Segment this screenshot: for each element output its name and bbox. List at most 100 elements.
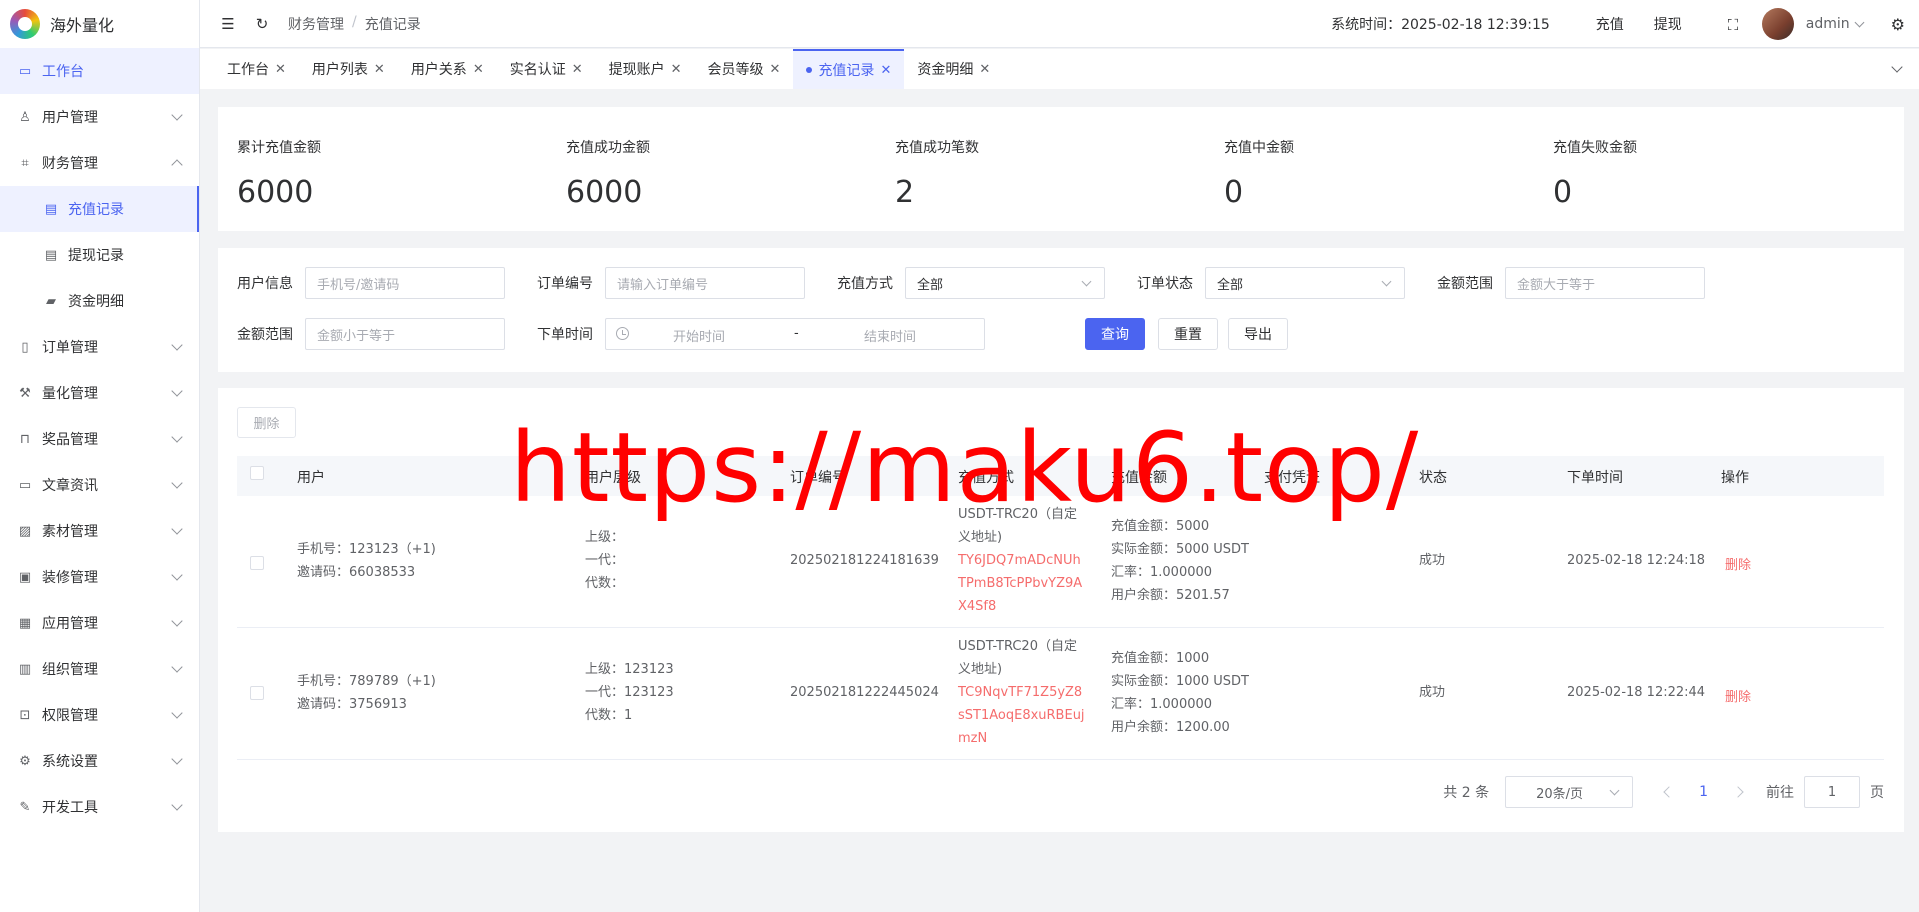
row-checkbox[interactable] [250,556,264,570]
sidebar-item-apps[interactable]: ▦ 应用管理 [0,600,199,646]
sidebar-item-label: 量化管理 [42,386,98,402]
batch-delete-button[interactable]: 删除 [237,407,296,438]
delete-link[interactable]: 删除 [1725,686,1751,705]
sidebar-item-label: 应用管理 [42,616,98,632]
refresh-icon[interactable]: ↻ [254,15,270,33]
export-button[interactable]: 导出 [1228,318,1288,350]
user-generation: 代数：1 [585,708,633,723]
user-phone: 手机号：789789（+1) [297,674,436,689]
menu-fold-icon[interactable]: ☰ [220,15,236,33]
sidebar-item-withdraw-records[interactable]: ▤ 提现记录 [0,232,199,278]
close-icon[interactable]: ✕ [572,62,583,77]
sidebar-item-permissions[interactable]: ⊡ 权限管理 [0,692,199,738]
status-text: 成功 [1419,685,1446,700]
tab-user-relations[interactable]: 用户关系 ✕ [398,49,497,89]
prev-page-icon[interactable] [1663,786,1675,798]
sidebar-item-materials[interactable]: ▨ 素材管理 [0,508,199,554]
sidebar-item-finance[interactable]: ⌗ 财务管理 [0,140,199,186]
exchange-rate: 汇率：1.000000 [1111,697,1213,712]
sidebar-item-label: 订单管理 [42,340,98,356]
close-icon[interactable]: ✕ [880,63,891,78]
gear-icon[interactable]: ⚙ [1891,15,1905,34]
sidebar-item-workbench[interactable]: ▭ 工作台 [0,48,199,94]
table-row: 手机号：123123（+1) 邀请码：66038533 上级： 一代： 代数： … [237,496,1884,628]
close-icon[interactable]: ✕ [770,62,781,77]
tab-withdraw-accounts[interactable]: 提现账户 ✕ [596,49,695,89]
close-icon[interactable]: ✕ [979,62,990,77]
app-logo[interactable]: 海外量化 [0,0,199,48]
user-info-input[interactable]: 手机号/邀请码 [305,267,505,299]
breadcrumb-item[interactable]: 财务管理 [288,14,344,34]
reset-button[interactable]: 重置 [1158,318,1218,350]
page-size-value: 20条/页 [1536,786,1584,802]
select-all-checkbox[interactable] [250,466,264,480]
method-line: USDT-TRC20（自定 [958,639,1077,654]
close-icon[interactable]: ✕ [374,62,385,77]
monitor-icon: ▭ [18,63,32,79]
user-parent: 上级：123123 [585,662,674,677]
start-time-input[interactable]: 开始时间 [673,326,725,345]
sidebar-item-recharge-records[interactable]: ▤ 充值记录 [0,186,199,232]
breadcrumb-item: 充值记录 [364,16,421,33]
order-no-input[interactable]: 请输入订单编号 [605,267,805,299]
tab-user-list[interactable]: 用户列表 ✕ [299,49,398,89]
sidebar-item-articles[interactable]: ▭ 文章资讯 [0,462,199,508]
recharge-amount: 充值金额：1000 [1111,651,1210,666]
amount-min-input[interactable]: 金额大于等于 [1505,267,1705,299]
next-page-icon[interactable] [1732,786,1744,798]
avatar[interactable] [1761,8,1794,40]
recharge-address: X4Sf8 [958,599,997,614]
breadcrumb-separator: / [352,13,357,30]
stat-label: 累计充值金额 [237,140,321,156]
sidebar-item-user-management[interactable]: ♙ 用户管理 [0,94,199,140]
stat-value: 2 [895,175,915,210]
stat-failed-amount: 充值失败金额 0 [1534,107,1863,231]
goto-page-input[interactable]: 1 [1804,776,1860,808]
sidebar-item-system-settings[interactable]: ⚙ 系统设置 [0,738,199,784]
method-select[interactable]: 全部 [905,267,1105,299]
amount-max-input[interactable]: 金额小于等于 [305,318,505,350]
chevron-down-icon[interactable] [1891,61,1903,73]
sidebar-item-orders[interactable]: ▯ 订单管理 [0,324,199,370]
order-time-range[interactable]: 开始时间 - 结束时间 [605,318,985,350]
sidebar-item-label: 奖品管理 [42,432,98,448]
sidebar-item-dev-tools[interactable]: ✎ 开发工具 [0,784,199,830]
tab-label: 实名认证 [509,62,566,78]
end-time-input[interactable]: 结束时间 [864,326,916,345]
sidebar-item-quant[interactable]: ⚒ 量化管理 [0,370,199,416]
sidebar-item-prizes[interactable]: ⊓ 奖品管理 [0,416,199,462]
close-icon[interactable]: ✕ [671,62,682,77]
sidebar-item-organization[interactable]: ▥ 组织管理 [0,646,199,692]
col-method: 充值方式 [958,470,1014,486]
close-icon[interactable]: ✕ [275,62,286,77]
tab-recharge-records[interactable]: 充值记录 ✕ [793,49,905,89]
tab-real-name[interactable]: 实名认证 ✕ [497,49,596,89]
chevron-down-icon[interactable] [1854,17,1865,27]
method-select-value: 全部 [917,277,944,293]
fullscreen-icon[interactable]: ⛶ [1728,16,1744,34]
page-size-select[interactable]: 20条/页 [1505,776,1634,808]
status-select[interactable]: 全部 [1205,267,1405,299]
page-number-current[interactable]: 1 [1699,784,1708,800]
user-balance: 用户余额：5201.57 [1111,588,1230,603]
withdraw-link[interactable]: 提现 [1654,14,1682,34]
brush-icon: ▣ [18,569,32,585]
tab-workbench[interactable]: 工作台 ✕ [214,49,299,89]
sidebar-item-decoration[interactable]: ▣ 装修管理 [0,554,199,600]
sidebar-item-label: 财务管理 [42,156,98,172]
row-checkbox[interactable] [250,686,264,700]
chevron-down-icon [1381,276,1392,287]
sidebar-item-label: 权限管理 [42,708,98,724]
sidebar-item-fund-details[interactable]: ▰ 资金明细 [0,278,199,324]
tab-member-levels[interactable]: 会员等级 ✕ [695,49,794,89]
clock-icon [616,327,629,340]
stat-total-recharge: 累计充值金额 6000 [218,107,547,231]
chevron-down-icon [171,615,183,627]
close-icon[interactable]: ✕ [473,62,484,77]
app-icon: ▦ [18,615,32,631]
query-button[interactable]: 查询 [1085,318,1145,350]
delete-link[interactable]: 删除 [1725,554,1751,573]
recharge-link[interactable]: 充值 [1596,14,1624,34]
tab-fund-details[interactable]: 资金明细 ✕ [904,49,1003,89]
user-name[interactable]: admin [1806,16,1850,32]
